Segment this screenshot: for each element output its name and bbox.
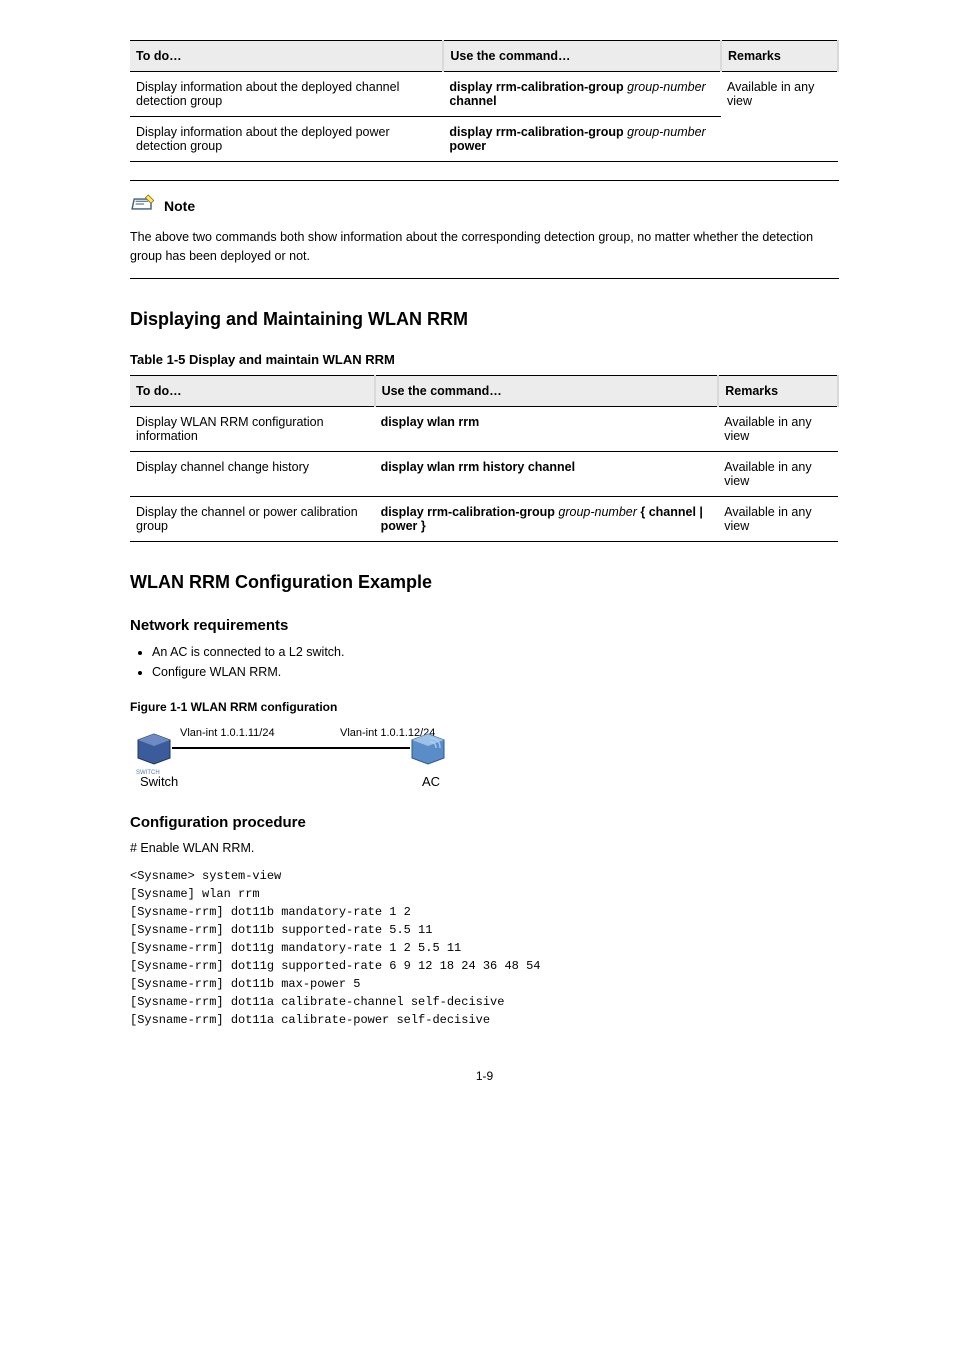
requirements-list: An AC is connected to a L2 switch. Confi…	[130, 642, 839, 682]
col-remarks: Remarks	[718, 375, 838, 406]
cmd-arg: group-number	[627, 80, 706, 94]
config-lead: # Enable WLAN RRM.	[130, 839, 839, 858]
section-title-display-maintain: Displaying and Maintaining WLAN RRM	[130, 309, 839, 330]
col-remarks: Remarks	[721, 41, 838, 72]
cell-remarks: Available in any view	[718, 496, 838, 541]
col-cmd: Use the command…	[443, 41, 721, 72]
cell-cmd: display rrm-calibration-group group-numb…	[443, 117, 721, 162]
col-cmd: Use the command…	[375, 375, 719, 406]
cell-cmd: display rrm-calibration-group group-numb…	[375, 496, 719, 541]
list-item: An AC is connected to a L2 switch.	[152, 642, 839, 662]
note-text: The above two commands both show informa…	[130, 228, 839, 266]
cell-remarks: Available in any view	[721, 72, 838, 162]
cell-todo: Display information about the deployed c…	[130, 72, 443, 117]
left-iface-label: Vlan-int 1.0.1.11/24	[180, 727, 275, 739]
ac-icon	[412, 734, 444, 764]
network-diagram: SWITCH Vlan-int 1.0.1.11/24 Vlan-int 1.0…	[130, 720, 839, 790]
config-commands: <Sysname> system-view [Sysname] wlan rrm…	[130, 867, 839, 1029]
cell-todo: Display WLAN RRM configuration informati…	[130, 406, 375, 451]
switch-icon: SWITCH	[136, 734, 170, 776]
cmd-text: display wlan rrm	[381, 415, 480, 429]
figure-caption: Figure 1-1 WLAN RRM configuration	[130, 700, 839, 714]
cell-todo: Display the channel or power calibration…	[130, 496, 375, 541]
table-header-row: To do… Use the command… Remarks	[130, 41, 838, 72]
cell-todo: Display channel change history	[130, 451, 375, 496]
subhead-network-req: Network requirements	[130, 617, 839, 634]
table2-caption: Table 1-5 Display and maintain WLAN RRM	[130, 352, 839, 367]
table-row: Display information about the deployed c…	[130, 72, 838, 117]
table-row: Display WLAN RRM configuration informati…	[130, 406, 838, 451]
cmd-suffix: power	[449, 139, 486, 153]
page-number: 1-9	[130, 1069, 839, 1083]
cmd-prefix: display rrm-calibration-group	[381, 505, 559, 519]
cmd-suffix: channel	[449, 94, 496, 108]
note-head: Note	[130, 193, 839, 218]
subhead-config-proc: Configuration procedure	[130, 814, 839, 831]
note-label: Note	[164, 198, 195, 214]
col-todo: To do…	[130, 41, 443, 72]
table-row: Display the channel or power calibration…	[130, 496, 838, 541]
note-top-rule	[130, 180, 839, 181]
cell-remarks: Available in any view	[718, 451, 838, 496]
cmd-text: display wlan rrm history channel	[381, 460, 576, 474]
cell-todo: Display information about the deployed p…	[130, 117, 443, 162]
note-bottom-rule	[130, 278, 839, 279]
cmd-prefix: display rrm-calibration-group	[449, 125, 627, 139]
rrm-maintain-table: To do… Use the command… Remarks Display …	[130, 375, 839, 542]
cell-cmd: display wlan rrm history channel	[375, 451, 719, 496]
note-icon	[130, 193, 158, 218]
cmd-arg: group-number	[627, 125, 706, 139]
cell-remarks: Available in any view	[718, 406, 838, 451]
rrm-display-group-table: To do… Use the command… Remarks Display …	[130, 40, 839, 162]
table-header-row: To do… Use the command… Remarks	[130, 375, 838, 406]
list-item: Configure WLAN RRM.	[152, 662, 839, 682]
cell-cmd: display wlan rrm	[375, 406, 719, 451]
cmd-arg: group-number	[558, 505, 637, 519]
col-todo: To do…	[130, 375, 375, 406]
switch-label: Switch	[140, 774, 178, 789]
section-title-example: WLAN RRM Configuration Example	[130, 572, 839, 593]
note-block: Note The above two commands both show in…	[130, 180, 839, 279]
cell-cmd: display rrm-calibration-group group-numb…	[443, 72, 721, 117]
table-row: Display channel change history display w…	[130, 451, 838, 496]
ac-label: AC	[422, 774, 440, 789]
cmd-prefix: display rrm-calibration-group	[449, 80, 627, 94]
